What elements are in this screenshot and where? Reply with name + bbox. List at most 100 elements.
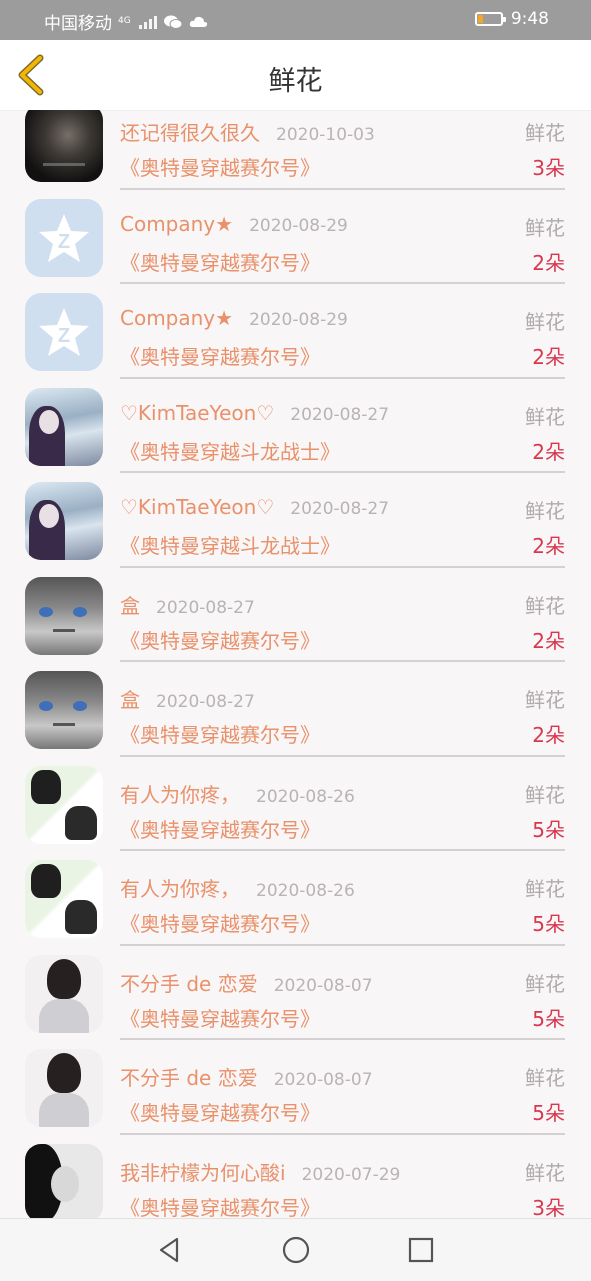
avatar[interactable] [25, 954, 103, 1033]
list-item[interactable]: Z Company★ 2020-08-29 鲜花《奥特曼穿越赛尔号》 2朵 [0, 284, 591, 379]
gift-type-label: 鲜花 [525, 782, 565, 807]
avatar[interactable] [25, 1049, 103, 1127]
gift-type-label: 鲜花 [525, 121, 565, 145]
sender-name: 盒 2020-08-27 [120, 684, 255, 713]
book-title-link[interactable]: 《奥特曼穿越赛尔号》 [120, 341, 320, 370]
sender-name: ♡KimTaeYeon♡ 2020-08-27 [120, 401, 389, 425]
qq-star-icon: Z [39, 308, 89, 356]
list-item[interactable]: 盒 2020-08-27 鲜花 《奥特曼穿越赛尔号》 2朵 [0, 568, 591, 662]
signal-icon [138, 15, 157, 29]
avatar[interactable] [25, 860, 103, 938]
nav-back-button[interactable] [155, 1235, 185, 1265]
book-title-link[interactable]: 《奥特曼穿越赛尔号》 [120, 1003, 320, 1032]
sender-name-text: ♡KimTaeYeon♡ [120, 400, 275, 425]
avatar[interactable] [25, 671, 103, 749]
send-date: 2020-08-29 [249, 310, 348, 330]
flower-count: 5朵 [532, 1006, 565, 1031]
send-date: 2020-08-27 [156, 597, 255, 618]
avatar[interactable]: Z [25, 198, 103, 277]
flower-count: 2朵 [532, 345, 565, 369]
send-date: 2020-08-26 [256, 881, 355, 901]
sender-name-text: Company★ [120, 306, 234, 330]
list-item[interactable]: 还记得很久很久 2020-10-03 鲜花 《奥特曼穿越赛尔号》 3朵 [0, 110, 591, 190]
avatar[interactable]: Z [25, 293, 103, 371]
list-item[interactable]: 盒 2020-08-27 鲜花 《奥特曼穿越赛尔号》 2朵 [0, 662, 591, 757]
sender-name-text: 盒 [120, 593, 140, 618]
send-date: 2020-08-29 [249, 215, 348, 236]
sender-name: 有人为你疼， 2020-08-26 [120, 873, 355, 902]
gift-type-label: 鲜花 [525, 404, 565, 429]
sender-name-text: 有人为你疼， [120, 877, 240, 901]
sender-name: 还记得很久很久 2020-10-03 [120, 117, 375, 146]
battery-fill [477, 15, 483, 23]
list-item[interactable]: 不分手 de 恋爱 2020-08-07 鲜花 《奥特曼穿越赛尔号》 5朵 [0, 1040, 591, 1135]
list-item[interactable]: ♡KimTaeYeon♡ 2020-08-27 鲜花 《奥特曼穿越斗龙战士》 2朵 [0, 473, 591, 568]
send-date: 2020-08-27 [156, 692, 255, 712]
gift-type-label: 鲜花 [525, 310, 565, 334]
gift-type-label: 鲜花 [525, 971, 565, 996]
flower-count: 3朵 [532, 1195, 565, 1219]
sender-name-text: 不分手 de 恋爱 [120, 971, 258, 996]
list-item[interactable]: 有人为你疼， 2020-08-26 鲜花《奥特曼穿越赛尔号》 5朵 [0, 757, 591, 851]
flower-count: 5朵 [532, 817, 565, 842]
avatar[interactable] [25, 765, 103, 844]
sender-name-text: 还记得很久很久 [120, 121, 260, 145]
sender-name: 有人为你疼， 2020-08-26 [120, 779, 355, 808]
svg-text:Z: Z [58, 325, 70, 347]
flower-count: 2朵 [532, 628, 565, 653]
nav-home-button[interactable] [281, 1235, 311, 1265]
book-title-link[interactable]: 《奥特曼穿越赛尔号》 [120, 1192, 320, 1219]
send-date: 2020-08-27 [290, 499, 390, 519]
flower-record-list[interactable]: 还记得很久很久 2020-10-03 鲜花 《奥特曼穿越赛尔号》 3朵 Z Company★… [0, 110, 591, 1218]
flower-count: 5朵 [532, 1101, 565, 1125]
book-title-link[interactable]: 《奥特曼穿越赛尔号》 [120, 625, 320, 654]
avatar[interactable] [25, 482, 103, 560]
qq-star-icon: Z [39, 213, 89, 262]
avatar[interactable] [25, 576, 103, 655]
circle-home-icon [282, 1236, 310, 1264]
network-type-label: 4G [118, 16, 131, 26]
book-title-link[interactable]: 《奥特曼穿越赛尔号》 [120, 247, 320, 276]
book-title-link[interactable]: 《奥特曼穿越赛尔号》 [120, 719, 320, 748]
triangle-back-icon [159, 1237, 179, 1263]
flower-count: 5朵 [532, 912, 565, 936]
send-date: 2020-10-03 [276, 125, 375, 145]
book-title-link[interactable]: 《奥特曼穿越赛尔号》 [120, 814, 320, 843]
status-right: 9:48 [474, 9, 549, 29]
list-item[interactable]: Z Company★ 2020-08-29 鲜花 《奥特曼穿越赛尔号》 2朵 [0, 190, 591, 284]
sender-name-text: 盒 [120, 688, 140, 712]
list-item[interactable]: 有人为你疼， 2020-08-26 鲜花 《奥特曼穿越赛尔号》 5朵 [0, 851, 591, 946]
list-item[interactable]: ♡KimTaeYeon♡ 2020-08-27 鲜花《奥特曼穿越斗龙战士》 2朵 [0, 379, 591, 473]
book-title-link[interactable]: 《奥特曼穿越赛尔号》 [120, 1097, 320, 1126]
flower-count: 2朵 [532, 534, 565, 558]
svg-text:Z: Z [58, 231, 70, 253]
avatar[interactable] [25, 387, 103, 466]
send-date: 2020-08-27 [290, 404, 390, 425]
sender-name: 不分手 de 恋爱 2020-08-07 [120, 968, 373, 997]
book-title-link[interactable]: 《奥特曼穿越斗龙战士》 [120, 436, 340, 465]
gift-type-label: 鲜花 [525, 1160, 565, 1185]
book-title-link[interactable]: 《奥特曼穿越赛尔号》 [120, 908, 320, 937]
send-date: 2020-08-26 [256, 786, 355, 807]
gift-type-label: 鲜花 [525, 499, 565, 523]
avatar[interactable] [25, 1143, 103, 1218]
wechat-icon [163, 15, 183, 29]
nav-recents-button[interactable] [406, 1235, 436, 1265]
send-date: 2020-07-29 [301, 1164, 401, 1185]
flower-count: 2朵 [532, 250, 565, 275]
avatar[interactable] [25, 110, 103, 182]
list-item[interactable]: 我非柠檬为何心酸i 2020-07-29 鲜花 《奥特曼穿越赛尔号》 3朵 [0, 1135, 591, 1219]
page-title: 鲜花 [268, 66, 323, 97]
sender-name-text: Company★ [120, 211, 234, 236]
system-nav-bar [0, 1218, 591, 1281]
header-bar: 鲜花 [0, 40, 591, 111]
gift-type-label: 鲜花 [525, 1066, 565, 1090]
book-title-link[interactable]: 《奥特曼穿越斗龙战士》 [120, 530, 340, 559]
list-item[interactable]: 不分手 de 恋爱 2020-08-07 鲜花《奥特曼穿越赛尔号》 5朵 [0, 946, 591, 1040]
flower-count: 2朵 [532, 723, 565, 747]
book-title-link[interactable]: 《奥特曼穿越赛尔号》 [120, 152, 320, 181]
sender-name: Company★ 2020-08-29 [120, 306, 348, 330]
status-left: 中国移动 4G [44, 9, 209, 34]
flower-count: 2朵 [532, 439, 565, 464]
send-date: 2020-08-07 [273, 975, 373, 996]
